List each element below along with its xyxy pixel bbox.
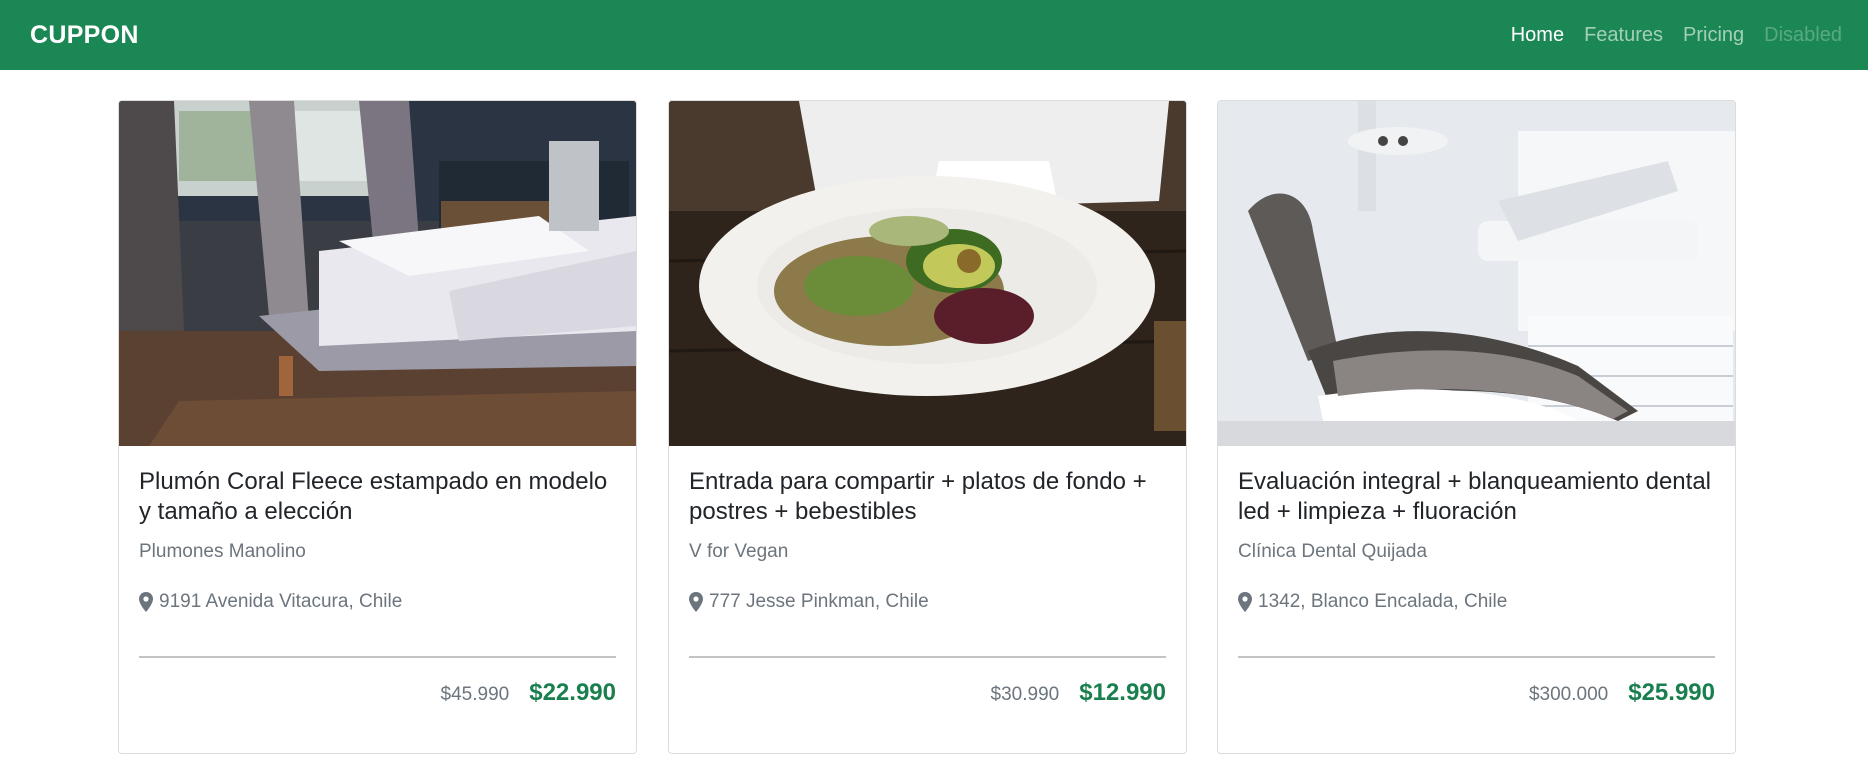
card-body: Entrada para compartir + platos de fondo… [689, 467, 1166, 613]
deal-card[interactable]: Entrada para compartir + platos de fondo… [668, 100, 1187, 754]
price-row: $300.000 $25.990 [1529, 679, 1715, 707]
discounted-price: $12.990 [1079, 679, 1166, 706]
deal-title[interactable]: Entrada para compartir + platos de fondo… [689, 467, 1166, 527]
brand-logo[interactable]: CUPPON [30, 21, 139, 50]
original-price: $30.990 [990, 684, 1060, 705]
vegan-plate-photo[interactable] [669, 101, 1186, 446]
card-divider [689, 656, 1166, 658]
original-price: $300.000 [1528, 684, 1609, 705]
bedroom-photo[interactable] [119, 101, 636, 446]
map-marker-icon [1238, 592, 1252, 612]
merchant-name: Plumones Manolino [139, 541, 306, 562]
map-marker-icon [139, 592, 153, 612]
card-body: Plumón Coral Fleece estampado en modelo … [139, 467, 616, 613]
dental-chair-photo[interactable] [1218, 101, 1735, 446]
deal-card[interactable]: Plumón Coral Fleece estampado en modelo … [118, 100, 637, 754]
address: 9191 Avenida Vitacura, Chile [139, 591, 616, 613]
merchant-name: V for Vegan [689, 541, 789, 562]
nav-disabled-link: Disabled [1764, 23, 1842, 46]
card-body: Evaluación integral + blanqueamiento den… [1238, 467, 1715, 613]
deal-title[interactable]: Evaluación integral + blanqueamiento den… [1238, 467, 1715, 527]
nav-pricing-link[interactable]: Pricing [1673, 24, 1754, 47]
original-price: $45.990 [440, 684, 510, 705]
price-row: $30.990 $12.990 [991, 679, 1166, 707]
card-divider [1238, 656, 1715, 658]
navbar: CUPPON Home Features Pricing Disabled [0, 0, 1868, 70]
nav-features-link[interactable]: Features [1574, 24, 1673, 47]
deal-title[interactable]: Plumón Coral Fleece estampado en modelo … [139, 467, 616, 527]
card-divider [139, 656, 616, 658]
map-marker-icon [689, 592, 703, 612]
deal-card[interactable]: Evaluación integral + blanqueamiento den… [1217, 100, 1736, 754]
nav-links: Home Features Pricing Disabled [1501, 24, 1852, 47]
address-text: 1342, Blanco Encalada, Chile [1258, 591, 1508, 612]
discounted-price: $25.990 [1628, 679, 1715, 706]
discounted-price: $22.990 [529, 679, 616, 706]
address-text: 777 Jesse Pinkman, Chile [709, 591, 929, 612]
address: 777 Jesse Pinkman, Chile [689, 591, 1166, 613]
nav-home-link[interactable]: Home [1501, 24, 1574, 47]
address-text: 9191 Avenida Vitacura, Chile [159, 591, 403, 612]
merchant-name: Clínica Dental Quijada [1238, 541, 1428, 562]
price-row: $45.990 $22.990 [441, 679, 616, 707]
address: 1342, Blanco Encalada, Chile [1238, 591, 1715, 613]
